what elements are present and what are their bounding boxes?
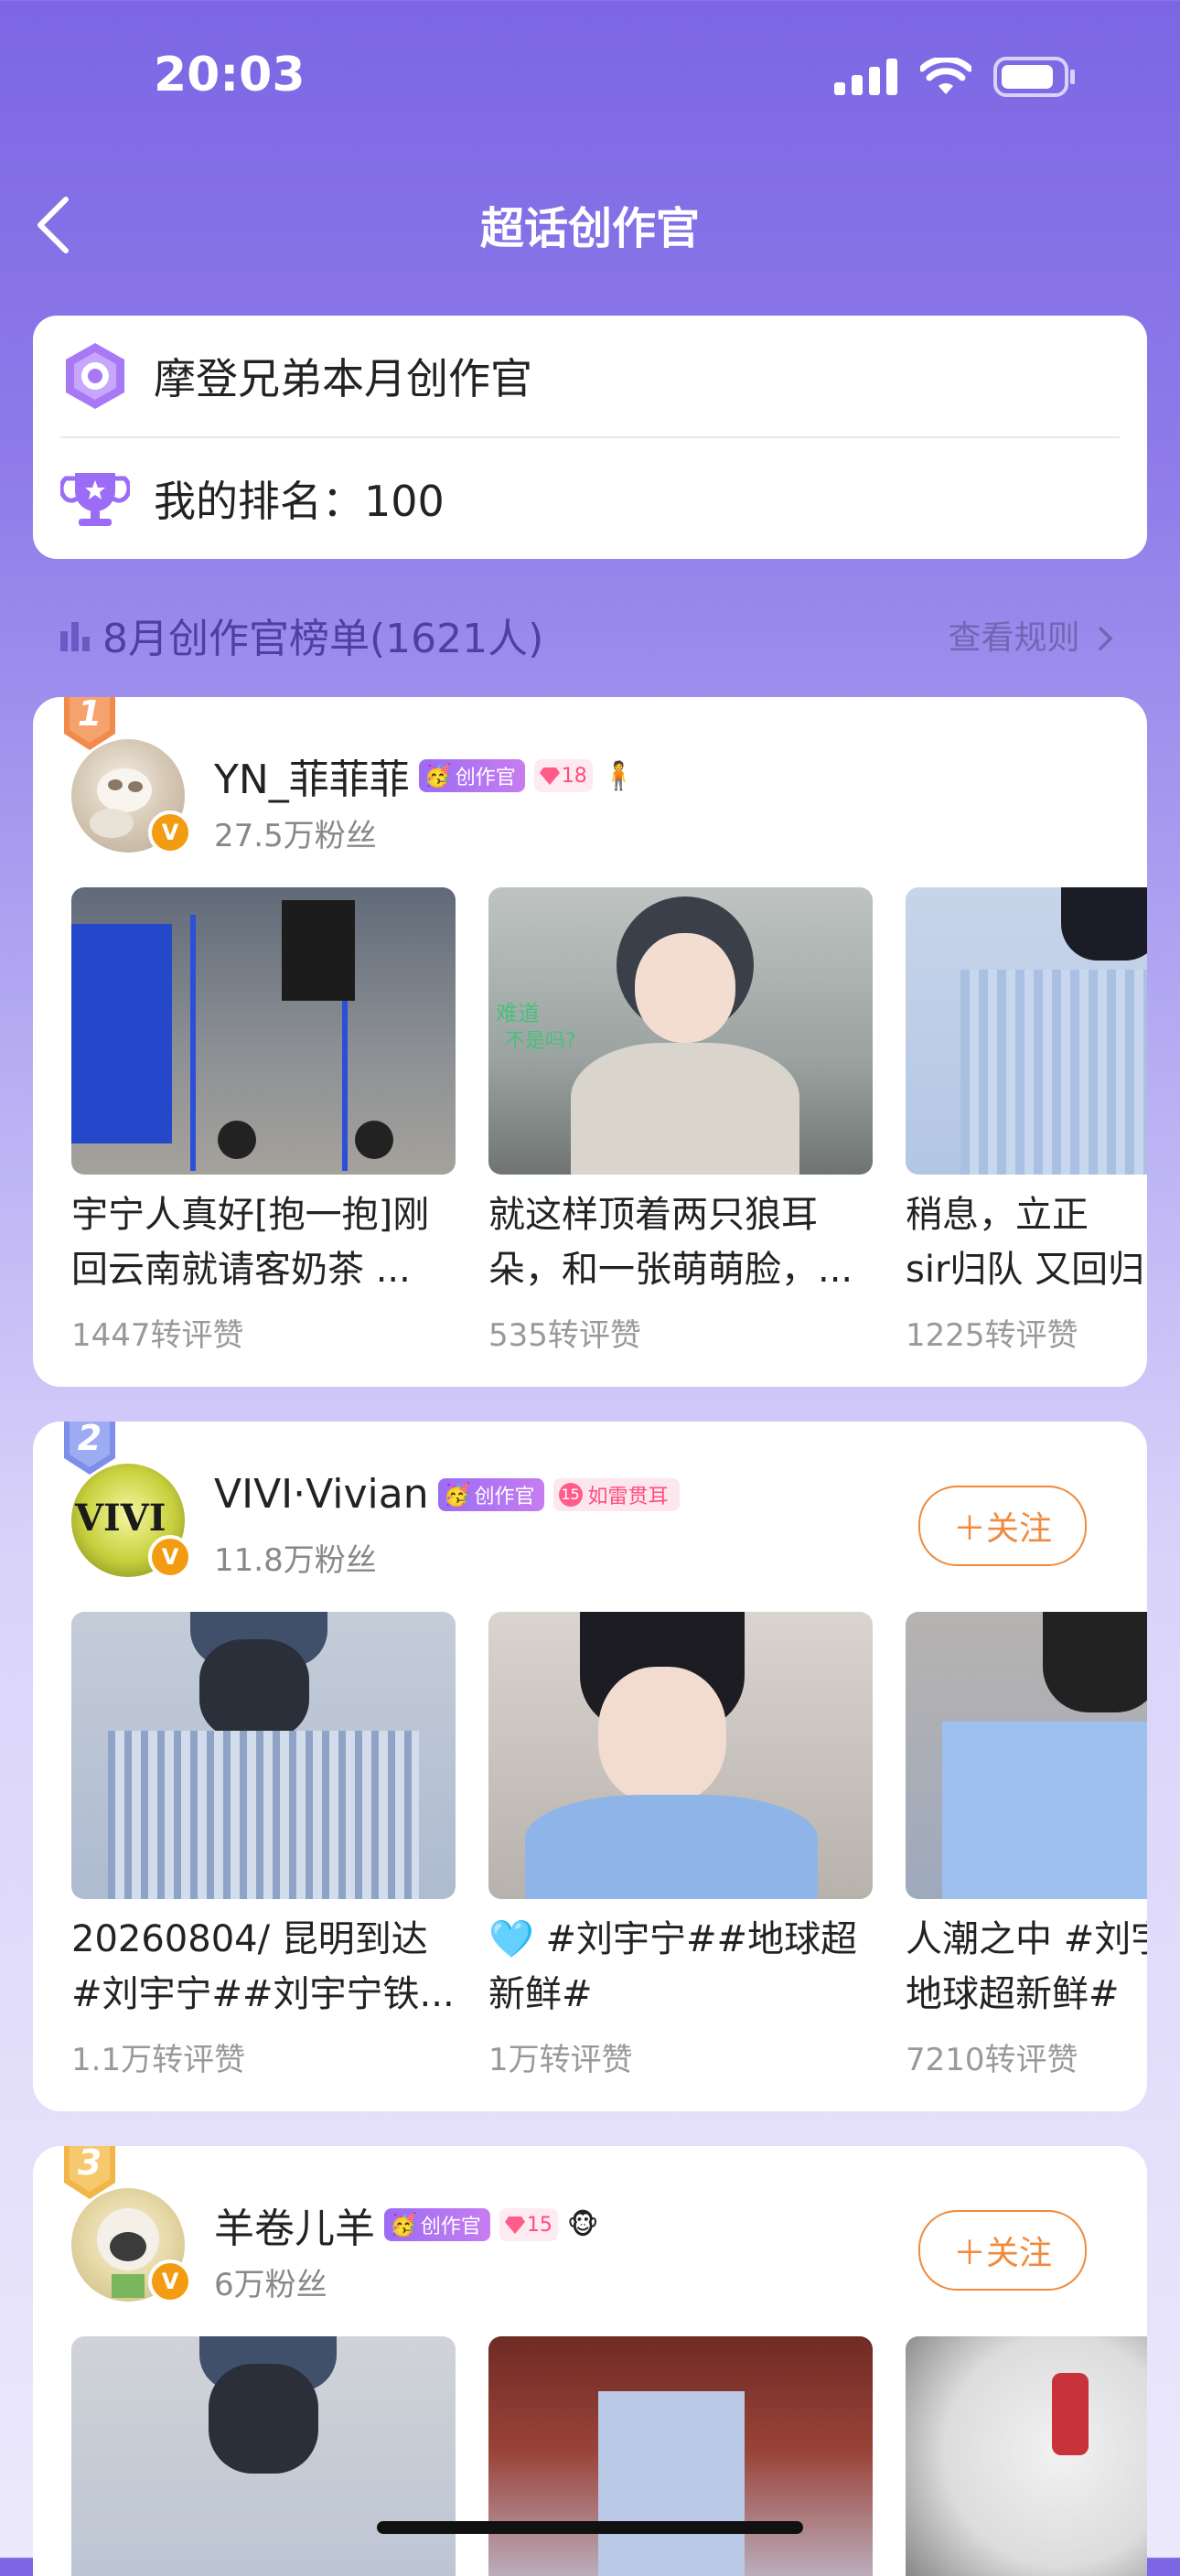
post-text: 宇宁人真好[抱一抱]刚 回云南就请客奶茶 ...: [71, 1194, 430, 1291]
creator-tag: 🥳 创作官: [384, 2208, 490, 2241]
monkey-icon: 🐵: [566, 2208, 599, 2241]
verified-badge-icon: V: [148, 1535, 192, 1579]
post-card[interactable]: [906, 2336, 1147, 2576]
chevron-right-icon: [1099, 627, 1113, 650]
battery-icon: [993, 57, 1075, 97]
post-image: [906, 887, 1147, 1175]
verified-badge-icon: V: [148, 2259, 192, 2303]
wifi-icon: [920, 58, 971, 94]
follow-button[interactable]: ＋关注: [918, 1486, 1087, 1566]
verified-badge-icon: V: [148, 810, 192, 854]
post-card[interactable]: 稍息，立正 sir归队 又回归 1225转评赞: [906, 887, 1147, 1355]
user-name-row[interactable]: VIVI·Vivian 🥳 创作官 15 如雷贯耳: [214, 1471, 680, 1518]
fans-count: 6万粉丝: [214, 2267, 327, 2303]
post-card[interactable]: 🩵 #刘宇宁##地球超 新鲜# 1万转评赞: [488, 1612, 873, 2079]
signal-icon: [834, 59, 897, 95]
figure-icon: 🧍: [601, 759, 637, 792]
post-image: [488, 2336, 873, 2576]
trophy-icon: [60, 473, 130, 526]
rank-card-3[interactable]: 3 V 羊卷儿羊 🥳 创作官 15 🐵 6万粉丝 ＋关注: [33, 2146, 1147, 2576]
post-text: 人潮之中 #刘宇 地球超新鲜#: [906, 1918, 1147, 2015]
level-tag: 15 如雷贯耳: [552, 1477, 680, 1511]
post-card[interactable]: 宇宁人真好[抱一抱]刚 回云南就请客奶茶 ... 1447转评赞: [71, 887, 456, 1355]
my-rank-text: 我的排名：100: [154, 477, 445, 526]
my-rank-row: 我的排名：100: [33, 438, 1147, 559]
post-card[interactable]: 人潮之中 #刘宇 地球超新鲜# 7210转评赞: [906, 1612, 1147, 2079]
post-card[interactable]: 20260804/ 昆明到达 #刘宇宁##刘宇宁铁... 1.1万转评赞: [71, 1612, 456, 2079]
post-image: [488, 1612, 873, 1899]
creator-tag: 🥳 创作官: [437, 1477, 544, 1511]
user-name: 羊卷儿羊: [214, 2206, 375, 2252]
post-card[interactable]: 难道 不是吗? 就这样顶着两只狼耳 朵，和一张萌萌脸，... 535转评赞: [488, 887, 873, 1355]
follow-button[interactable]: ＋关注: [918, 2210, 1087, 2291]
post-stats: 1447转评赞: [71, 1317, 244, 1354]
user-name-row[interactable]: 羊卷儿羊 🥳 创作官 15 🐵: [214, 2195, 599, 2254]
fans-count: 27.5万粉丝: [214, 818, 377, 854]
post-stats: 1225转评赞: [906, 1317, 1078, 1354]
post-image: [71, 1612, 456, 1899]
post-stats: 535转评赞: [488, 1317, 641, 1354]
post-image: [71, 887, 456, 1175]
leaderboard-title: 8月创作官榜单(1621人): [59, 606, 543, 664]
view-rules-link[interactable]: 查看规则: [949, 611, 1116, 659]
avatar-logo: VIVI: [75, 1497, 166, 1540]
rank-number: 2: [77, 1422, 102, 1458]
status-icons: [834, 57, 1076, 97]
fans-count: 11.8万粉丝: [214, 1542, 377, 1579]
post-stats: 7210转评赞: [906, 2042, 1078, 2078]
home-indicator[interactable]: [377, 2521, 803, 2534]
post-image: 难道 不是吗?: [488, 887, 873, 1175]
info-card: 摩登兄弟本月创作官 我的排名：100: [33, 316, 1147, 559]
post-card[interactable]: [71, 2336, 456, 2576]
view-rules-label: 查看规则: [948, 619, 1080, 657]
user-name: VIVI·Vivian: [214, 1471, 429, 1518]
post-image: [71, 2336, 456, 2576]
creator-tag: 🥳 创作官: [418, 759, 525, 792]
community-row[interactable]: 摩登兄弟本月创作官: [33, 316, 1147, 436]
rank-card-2[interactable]: 2 VIVI V VIVI·Vivian 🥳 创作官 15 如雷贯耳 11.8万粉…: [33, 1422, 1147, 2111]
rank-card-1[interactable]: 1 V YN_菲菲菲 🥳 创作官 18 🧍 27.5万粉丝 宇宁人真好[抱一抱]刚…: [33, 697, 1147, 1387]
post-card[interactable]: [488, 2336, 873, 2576]
bar-chart-icon: [60, 622, 90, 651]
user-name: YN_菲菲菲: [214, 757, 410, 803]
community-badge-icon: [66, 343, 124, 409]
post-stats: 1.1万转评赞: [71, 2042, 246, 2078]
community-title: 摩登兄弟本月创作官: [154, 354, 532, 403]
post-text: 20260804/ 昆明到达 #刘宇宁##刘宇宁铁...: [71, 1918, 455, 2015]
level-gem-icon: 18: [533, 759, 593, 792]
post-image: [906, 1612, 1147, 1899]
leaderboard-title-text: 8月创作官榜单(1621人): [102, 616, 544, 662]
post-caption: 难道: [496, 1001, 540, 1026]
rank-number: 1: [77, 697, 102, 734]
status-time: 20:03: [154, 48, 306, 102]
post-image: [906, 2336, 1147, 2576]
post-text: 就这样顶着两只狼耳 朵，和一张萌萌脸，...: [488, 1194, 853, 1291]
level-gem-icon: 15: [499, 2208, 558, 2241]
post-caption: 不是吗?: [505, 1030, 576, 1053]
page-title: 超话创作官: [479, 203, 700, 254]
user-name-row[interactable]: YN_菲菲菲 🥳 创作官 18 🧍: [214, 746, 636, 805]
post-stats: 1万转评赞: [488, 2042, 633, 2078]
post-text: 稍息，立正 sir归队 又回归: [906, 1194, 1145, 1291]
post-text: 🩵 #刘宇宁##地球超 新鲜#: [488, 1918, 858, 2015]
rank-number: 3: [77, 2146, 102, 2183]
